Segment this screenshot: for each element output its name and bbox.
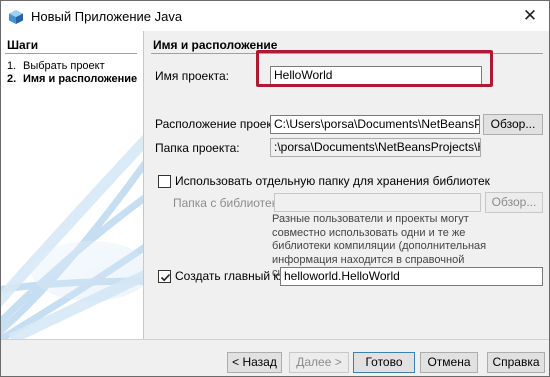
cancel-button[interactable]: Отмена (420, 352, 478, 373)
separate-lib-label: Использовать отдельную папку для хранени… (175, 174, 490, 188)
close-icon[interactable]: ✕ (517, 4, 543, 28)
checkmark-icon (160, 273, 171, 282)
steps-panel: Шаги 1. Выбрать проект 2. Имя и расположен… (1, 31, 144, 339)
separate-lib-checkbox[interactable] (158, 175, 171, 188)
project-location-label: Расположение проекта: (155, 117, 288, 131)
steps-divider (5, 53, 137, 54)
step-item-current: 2. Имя и расположение (7, 73, 137, 86)
step-item: 1. Выбрать проект (7, 60, 137, 73)
help-button[interactable]: Справка (487, 352, 545, 373)
project-location-input[interactable]: C:\Users\porsa\Documents\NetBeansProject… (270, 115, 480, 134)
step-number: 1. (7, 60, 17, 72)
main-class-input[interactable]: helloworld.HelloWorld (280, 267, 543, 286)
title-bar: Новый Приложение Java ✕ (0, 0, 550, 31)
browse-location-button[interactable]: Обзор... (483, 114, 543, 135)
bottom-divider (1, 339, 549, 340)
step-number: 2. (7, 73, 17, 85)
back-button[interactable]: < Назад (227, 352, 282, 373)
wizard-decoration-graphic (1, 131, 143, 339)
form-panel: Имя и расположение Имя проекта: HelloWor… (145, 31, 549, 339)
netbeans-cube-icon (8, 9, 24, 25)
main-class-checkbox[interactable] (158, 270, 171, 283)
finish-button[interactable]: Готово (353, 352, 415, 373)
highlight-box (256, 50, 493, 87)
project-name-label: Имя проекта: (155, 69, 229, 83)
next-button[interactable]: Далее > (289, 352, 349, 373)
window-title: Новый Приложение Java (31, 9, 183, 24)
project-folder-label: Папка проекта: (155, 141, 240, 155)
step-label: Выбрать проект (23, 60, 105, 72)
browse-lib-button[interactable]: Обзор... (485, 192, 543, 213)
steps-title: Шаги (7, 38, 39, 52)
step-label: Имя и расположение (23, 73, 138, 85)
project-folder-field: :\porsa\Documents\NetBeansProjects\Hello… (270, 138, 481, 157)
steps-list: 1. Выбрать проект 2. Имя и расположение (7, 60, 137, 86)
lib-folder-input[interactable] (274, 193, 481, 212)
